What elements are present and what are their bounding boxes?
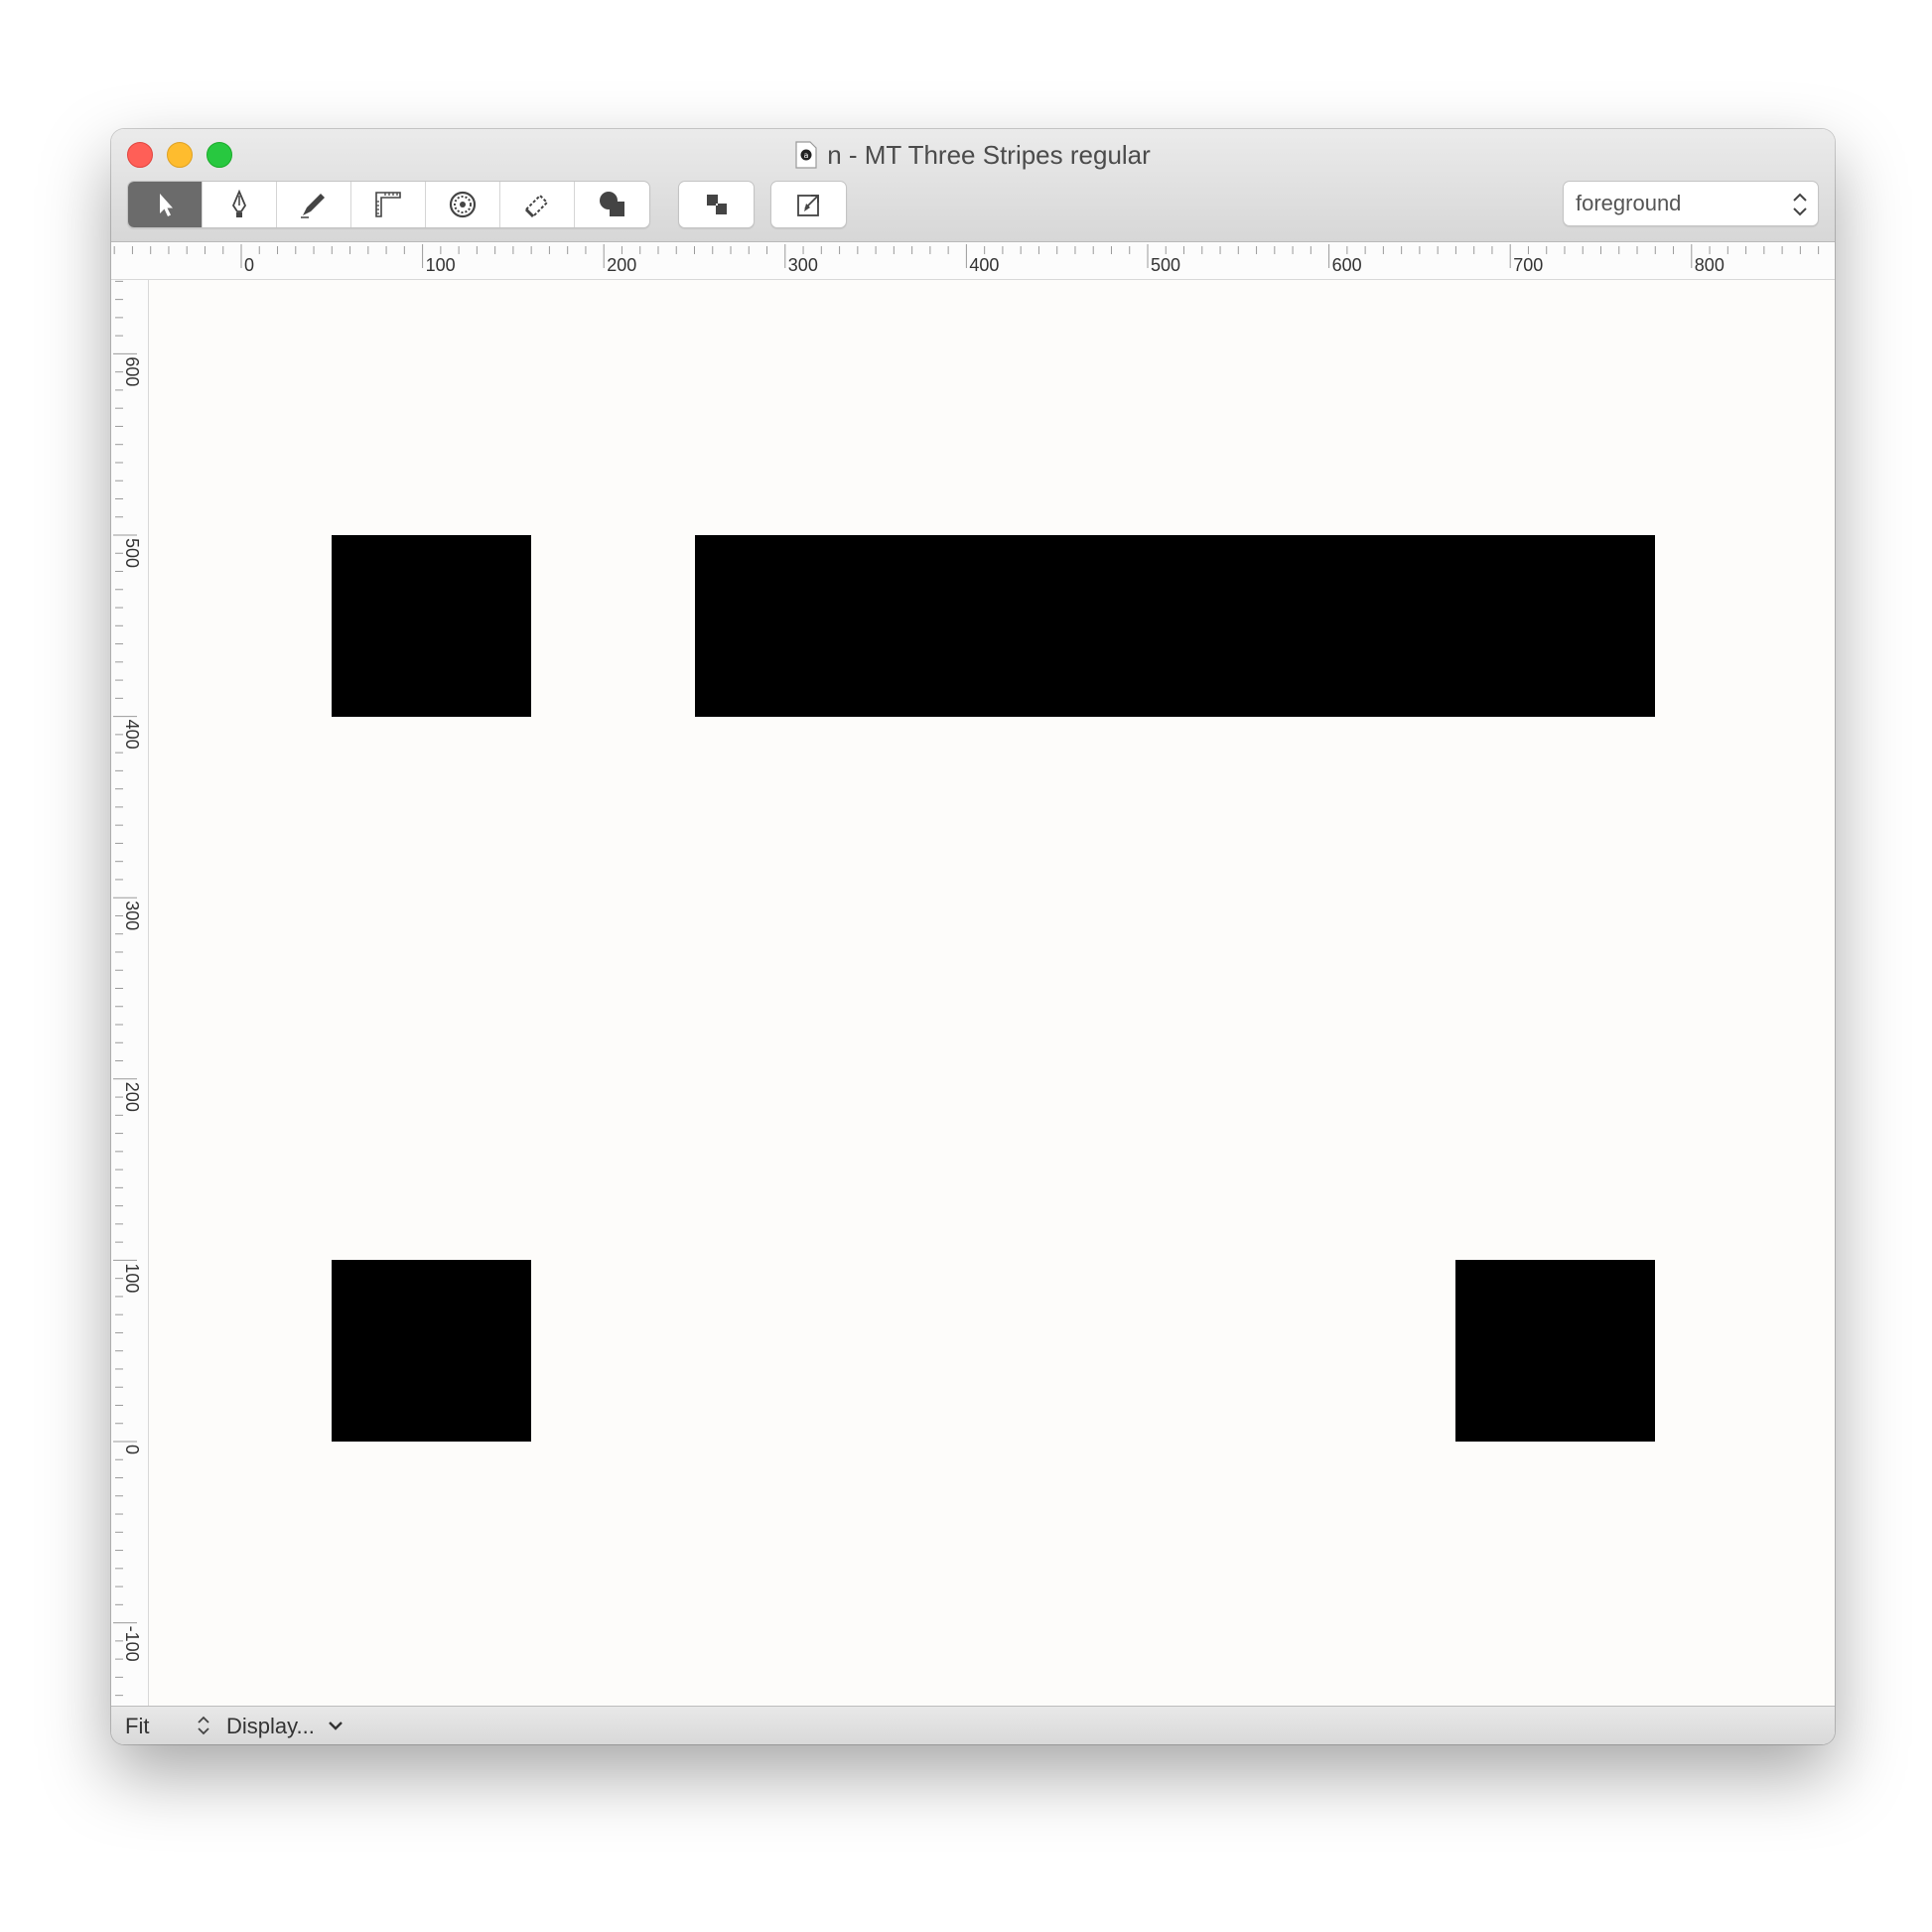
ruler-corner-icon	[375, 192, 401, 217]
select-tool[interactable]	[128, 182, 203, 227]
horizontal-ruler: 0 100 200 300 400 500 600 700 800	[111, 242, 1835, 280]
pen-nib-icon	[231, 189, 247, 217]
layer-select[interactable]: foreground	[1563, 181, 1819, 226]
ruler-label: 300	[122, 900, 142, 930]
dashed-eraser-icon	[524, 194, 549, 218]
ruler-label: 500	[1151, 255, 1180, 275]
title-bar: a n - MT Three Stripes regular foregroun…	[111, 129, 1835, 242]
rotate-tool[interactable]	[426, 182, 500, 227]
layer-select-value: foreground	[1576, 191, 1682, 215]
ruler-label: -100	[122, 1626, 142, 1662]
remove-overlap-icon	[706, 195, 727, 214]
ruler-label: 200	[607, 255, 636, 275]
status-bar: Fit Display...	[111, 1706, 1835, 1744]
chevron-down-icon[interactable]	[328, 1720, 344, 1731]
eraser-tool[interactable]	[500, 182, 575, 227]
export-tool-group	[770, 181, 847, 228]
pencil-tool[interactable]	[277, 182, 351, 227]
measure-tool[interactable]	[351, 182, 426, 227]
ruler-label: 800	[1695, 255, 1725, 275]
remove-overlap-button[interactable]	[679, 182, 754, 227]
ruler-label: 600	[1332, 255, 1362, 275]
glyph-export-button[interactable]	[771, 182, 846, 227]
horizontal-ruler-ticks: 0 100 200 300 400 500 600 700 800	[113, 244, 1820, 275]
window-title: n - MT Three Stripes regular	[827, 140, 1151, 170]
glyph-editor-window: a n - MT Three Stripes regular foregroun…	[111, 129, 1835, 1744]
arrow-pointer-icon	[160, 194, 173, 216]
glyph-contour-4[interactable]	[1455, 1260, 1656, 1442]
pen-tool[interactable]	[203, 182, 277, 227]
up-down-chevron-icon	[1793, 193, 1807, 216]
ruler-label: 0	[122, 1445, 142, 1454]
vertical-ruler: 600 500 400 300 200 100 0 -100	[111, 280, 149, 1707]
zoom-stepper-icon[interactable]	[197, 1714, 210, 1737]
zoom-fit-label[interactable]: Fit	[125, 1714, 149, 1739]
overlap-tool-group	[678, 181, 755, 228]
vertical-ruler-ticks: 600 500 400 300 200 100 0 -100	[113, 280, 142, 1697]
ruler-label: 500	[122, 538, 142, 568]
ruler-label: 300	[788, 255, 818, 275]
glyph-canvas[interactable]	[149, 280, 1835, 1707]
glyph-contour-3[interactable]	[332, 1260, 532, 1442]
glyph-contour-1[interactable]	[332, 535, 532, 717]
shapes-tool[interactable]	[575, 182, 649, 227]
svg-text:a: a	[804, 151, 809, 160]
ruler-label: 100	[426, 255, 456, 275]
ruler-label: 100	[122, 1263, 142, 1293]
ruler-label: 400	[122, 720, 142, 750]
ruler-label: 200	[122, 1082, 142, 1112]
ruler-label: 700	[1513, 255, 1543, 275]
pencil-knife-icon	[301, 194, 325, 218]
ruler-label: 400	[969, 255, 999, 275]
window-title-area: a n - MT Three Stripes regular	[111, 139, 1835, 171]
glyph-contour-2[interactable]	[694, 535, 1656, 717]
shapes-icon	[599, 192, 624, 216]
square-arrow-icon	[796, 195, 819, 216]
edit-tools-group	[127, 181, 650, 228]
font-document-icon: a	[795, 141, 817, 169]
ruler-label: 0	[244, 255, 254, 275]
dotted-circle-icon	[449, 191, 477, 218]
display-menu[interactable]: Display...	[226, 1714, 315, 1739]
ruler-label: 600	[122, 356, 142, 386]
